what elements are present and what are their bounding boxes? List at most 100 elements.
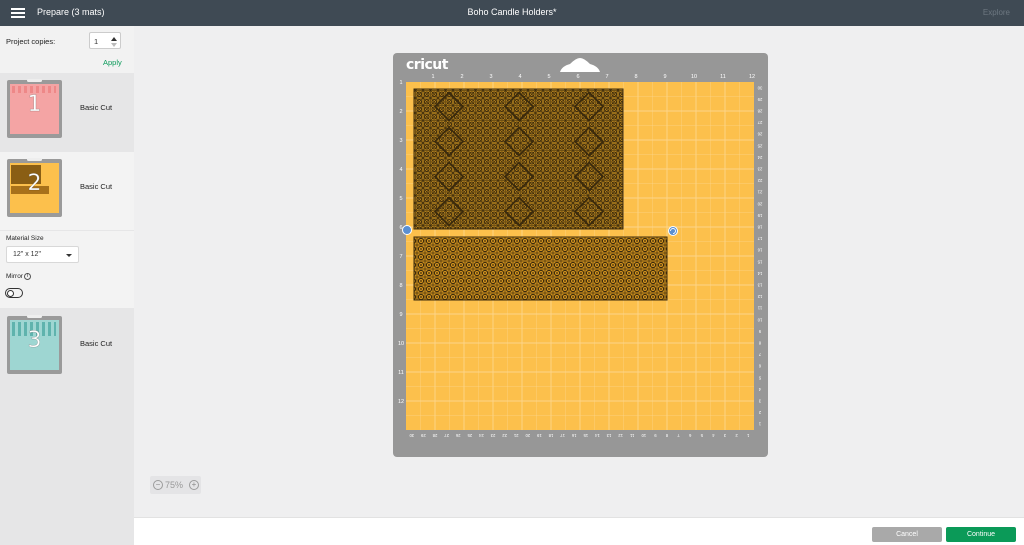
mat-item-3[interactable]: 3 Basic Cut [0,309,134,387]
ruler-label-bottom: 14 [594,433,599,438]
ruler-label-bottom: 9 [654,433,657,438]
mat-item-2[interactable]: 2 Basic Cut [0,152,134,230]
ruler-label-bottom: 12 [618,433,623,438]
top-bar: Prepare (3 mats) Boho Candle Holders* Ex… [0,0,1024,26]
zoom-in-button[interactable]: + [189,480,199,490]
mats-sidebar: Project copies: 1 Apply 1 Basic Cut 2 Ba… [0,26,134,545]
hamburger-menu-icon[interactable] [11,8,25,18]
cutting-mat: cricut 1 2 3 4 5 6 7 8 9 10 11 12 1 2 3 4 5 6 7 8 9 10 11 12 30 2… [393,53,768,457]
ruler-label-left: 9 [399,312,402,318]
ruler-label-bottom: 5 [700,433,703,438]
chevron-down-icon[interactable] [66,254,72,257]
decrement-arrow-icon[interactable] [111,43,117,47]
design-panel-1 [413,88,624,230]
ruler-label-right: 9 [758,329,761,334]
project-name: Boho Candle Holders* [467,7,557,17]
ruler-label-right: 7 [758,352,761,357]
ruler-label-bottom: 7 [677,433,680,438]
ruler-label-right: 24 [757,155,762,160]
ruler-label-top: 9 [663,74,666,80]
increment-arrow-icon[interactable] [111,37,117,41]
ruler-label-right: 12 [757,294,762,299]
ruler-label-bottom: 25 [467,433,472,438]
ruler-label-left: 11 [398,370,404,376]
ruler-label-bottom: 28 [432,433,437,438]
mirror-label: Mirror i [6,273,31,280]
mat-thumbnail-1[interactable]: 1 [7,79,62,138]
material-size-value[interactable]: 12" x 12" [13,251,41,258]
ruler-label-bottom: 18 [548,433,553,438]
info-icon[interactable]: i [23,273,31,280]
ruler-label-bottom: 3 [723,433,726,438]
material-size-select[interactable]: 12" x 12" [6,246,79,263]
ruler-label-top: 8 [634,74,637,80]
mat-item-1[interactable]: 1 Basic Cut [0,73,134,151]
ruler-label-bottom: 19 [536,433,541,438]
project-copies-stepper[interactable]: 1 [89,32,121,49]
page-title: Prepare (3 mats) [37,7,105,17]
ruler-label-right: 6 [758,364,761,369]
ruler-label-left: 4 [399,167,402,173]
ruler-label-right: 1 [758,422,761,427]
ruler-label-right: 22 [757,178,762,183]
mat-thumbnail-2[interactable]: 2 [7,158,62,217]
project-copies-label: Project copies: [6,37,56,46]
ruler-label-right: 23 [757,167,762,172]
ruler-label-top: 1 [431,74,434,80]
mat-label: Basic Cut [80,339,113,348]
ruler-label-top: 12 [749,74,755,80]
mat-number: 2 [27,171,42,197]
cancel-button[interactable]: Cancel [872,527,942,542]
ruler-label-bottom: 20 [525,433,530,438]
ruler-label-bottom: 15 [583,433,588,438]
mat-thumbnail-3[interactable]: 3 [7,315,62,374]
move-handle-icon [402,225,412,235]
apply-button[interactable]: Apply [103,58,122,67]
ruler-label-left: 5 [399,196,402,202]
material-size-label: Material Size [6,235,44,242]
design-panel-2 [413,236,668,301]
project-copies-value[interactable]: 1 [94,37,98,46]
ruler-label-right: 11 [757,306,762,311]
ruler-label-left: 1 [399,80,402,86]
ruler-label-right: 8 [758,341,761,346]
ruler-label-right: 2 [758,410,761,415]
ruler-label-left: 2 [399,109,402,115]
ruler-label-bottom: 30 [409,433,414,438]
ruler-label-right: 3 [758,399,761,404]
ruler-label-bottom: 27 [444,433,449,438]
ruler-label-right: 10 [757,317,762,322]
ruler-label-top: 3 [489,74,492,80]
ruler-label-bottom: 2 [735,433,738,438]
project-copies-panel: Project copies: 1 Apply [0,26,134,73]
ruler-label-left: 7 [399,254,402,260]
ruler-label-bottom: 11 [629,433,634,438]
ruler-label-top: 11 [720,74,726,80]
ruler-label-left: 12 [398,399,404,405]
zoom-control: − 75% + [150,476,201,494]
ruler-label-right: 15 [757,259,762,264]
ruler-label-right: 28 [757,109,762,114]
toggle-knob[interactable] [6,289,14,297]
ruler-label-bottom: 13 [606,433,611,438]
ruler-label-right: 20 [757,201,762,206]
ruler-label-bottom: 6 [688,433,691,438]
ruler-label-right: 25 [757,143,762,148]
ruler-label-top: 2 [460,74,463,80]
ruler-label-bottom: 29 [420,433,425,438]
ruler-label-bottom: 23 [490,433,495,438]
zoom-out-button[interactable]: − [153,480,163,490]
footer-bar: Cancel Continue [134,517,1024,545]
ruler-label-bottom: 16 [571,433,576,438]
mirror-toggle[interactable] [5,288,23,298]
mat-grid[interactable]: 1 2 3 4 5 6 7 8 9 10 11 1212345678910111230 29 28 27 26… [393,53,768,457]
ruler-label-top: 10 [691,74,697,80]
ruler-label-right: 14 [757,271,762,276]
continue-button[interactable]: Continue [946,527,1016,542]
ruler-label-right: 26 [757,132,762,137]
ruler-label-bottom: 10 [641,433,646,438]
ruler-label-left: 8 [399,283,402,289]
ruler-label-bottom: 22 [502,433,507,438]
explore-button[interactable]: Explore [983,8,1010,17]
ruler-label-right: 21 [757,190,762,195]
